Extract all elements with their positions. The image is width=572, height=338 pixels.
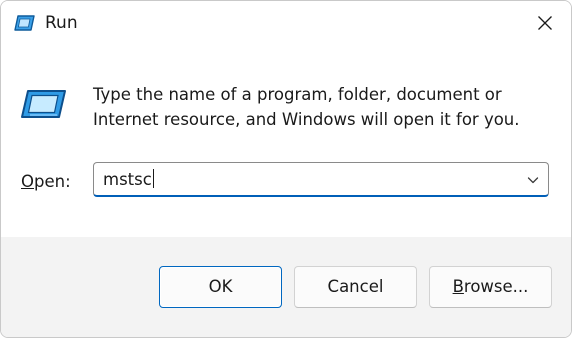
browse-button[interactable]: Browse... <box>429 266 552 308</box>
description-line-1: Type the name of a program, folder, docu… <box>93 85 502 104</box>
dialog-description: Type the name of a program, folder, docu… <box>93 82 520 132</box>
close-icon <box>538 16 552 30</box>
open-label-text: pen: <box>34 172 71 191</box>
title-bar[interactable]: Run <box>1 1 571 45</box>
open-input-value: mstsc <box>103 170 152 189</box>
text-caret <box>152 169 154 188</box>
window-title: Run <box>45 13 78 33</box>
cancel-button[interactable]: Cancel <box>294 266 417 308</box>
ok-button[interactable]: OK <box>159 266 282 308</box>
open-input[interactable]: mstsc <box>103 169 503 191</box>
browse-label: rowse... <box>463 277 529 296</box>
run-dialog: Run Type the name of a program, folder, … <box>0 0 572 338</box>
run-icon <box>14 15 35 31</box>
description-line-2: Internet resource, and Windows will open… <box>93 110 520 129</box>
open-combobox[interactable]: mstsc <box>93 162 549 197</box>
close-button[interactable] <box>519 1 571 45</box>
open-label-accelerator: O <box>21 172 34 191</box>
browse-accelerator: B <box>452 277 464 296</box>
chevron-down-icon[interactable] <box>526 173 540 187</box>
open-label: Open: <box>21 171 71 193</box>
run-icon <box>21 90 66 118</box>
